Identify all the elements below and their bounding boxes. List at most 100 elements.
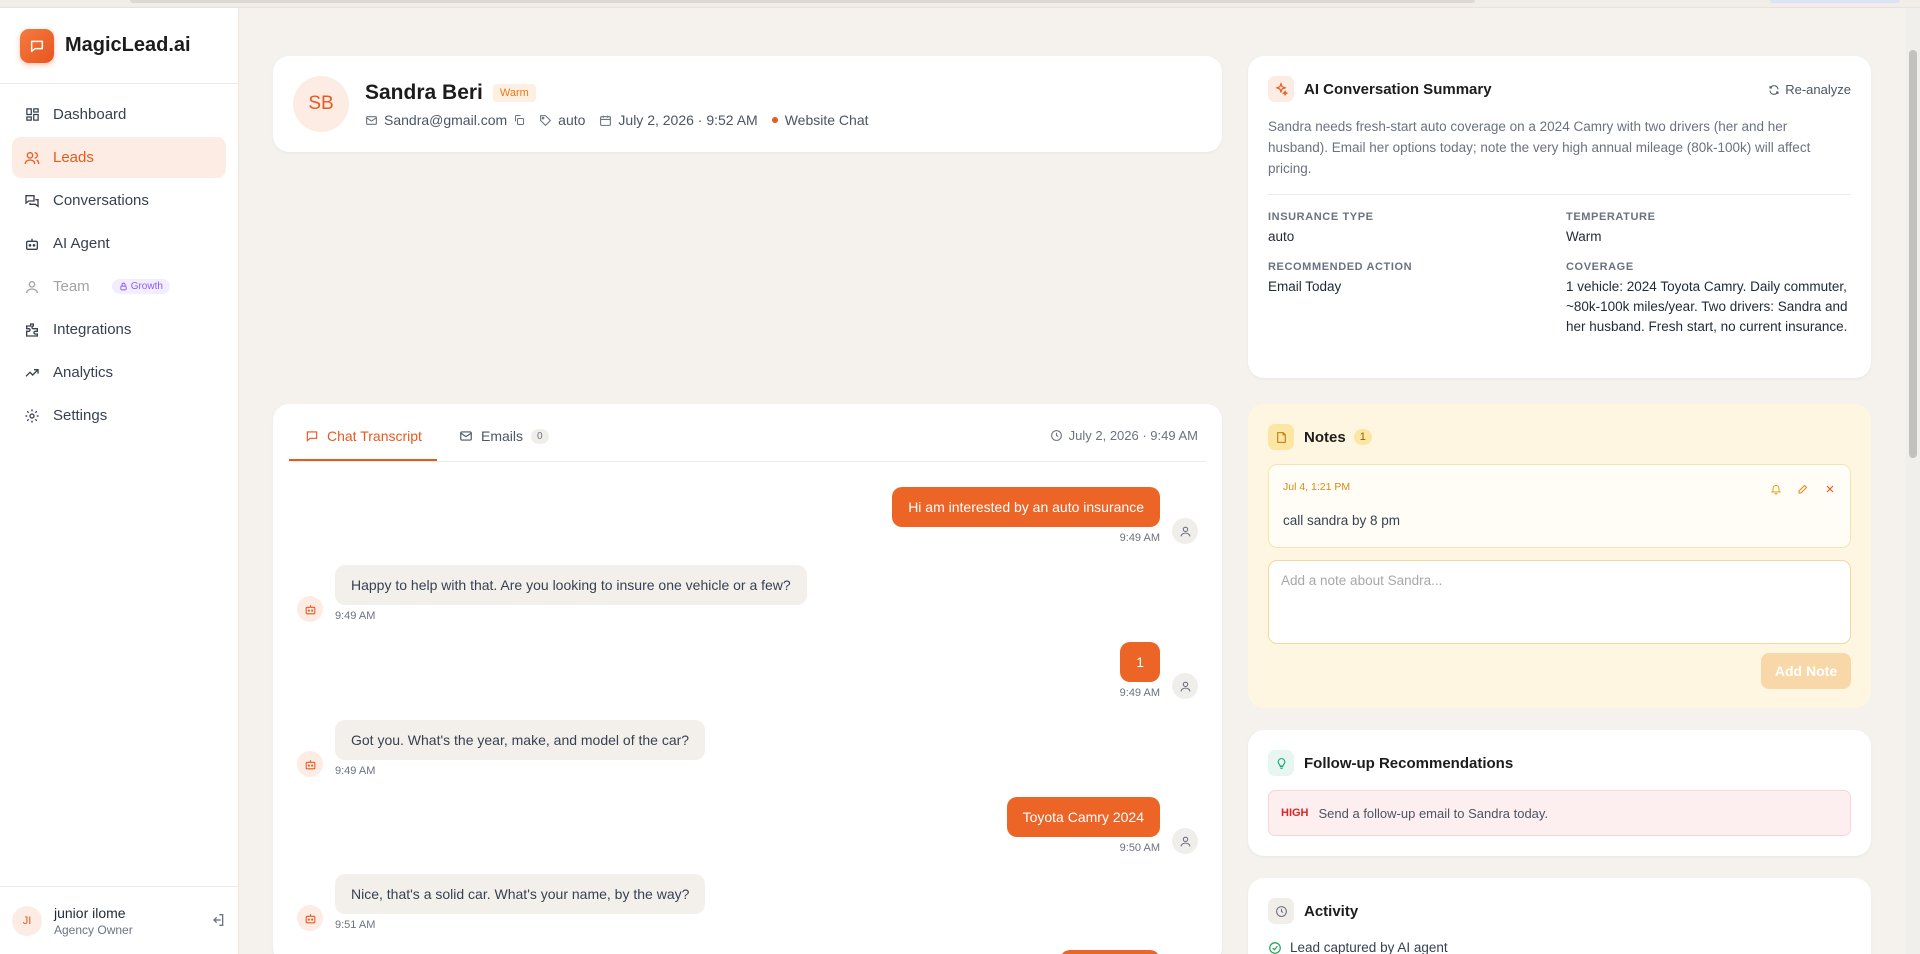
message-time: 9:49 AM bbox=[335, 610, 376, 622]
sidebar-item-label: AI Agent bbox=[53, 235, 110, 252]
scrollbar-thumb[interactable] bbox=[1909, 50, 1917, 458]
growth-badge: Growth bbox=[111, 279, 170, 294]
note-text: call sandra by 8 pm bbox=[1283, 513, 1401, 528]
clock-icon bbox=[1050, 430, 1062, 441]
lead-meta: Sandra@gmail.com auto July 2, 2026 · 9:5… bbox=[365, 112, 883, 128]
message-time: 9:49 AM bbox=[1119, 532, 1160, 544]
notes-card: Notes 1 Jul 4, 1:21 PM call sandra by 8 … bbox=[1248, 404, 1871, 708]
lightbulb-icon bbox=[1268, 750, 1294, 776]
sidebar-item-settings[interactable]: Settings bbox=[12, 395, 226, 436]
sidebar-item-integrations[interactable]: Integrations bbox=[12, 309, 226, 350]
sidebar-item-team[interactable]: Team Growth bbox=[12, 266, 226, 307]
lock-icon bbox=[120, 282, 127, 291]
followup-card: Follow-up Recommendations HIGH Send a fo… bbox=[1248, 730, 1871, 856]
user-avatar-icon bbox=[1172, 518, 1198, 544]
chat-transcript-card: Chat Transcript Emails 0 July 2, 2026 · … bbox=[273, 404, 1222, 954]
add-note-button[interactable]: Add Note bbox=[1761, 653, 1851, 689]
summary-text: Sandra needs fresh-start auto coverage o… bbox=[1268, 119, 1811, 176]
user-icon bbox=[24, 279, 40, 295]
user-role: Agency Owner bbox=[54, 922, 133, 937]
insurance-type-field: INSURANCE TYPE auto bbox=[1268, 211, 1374, 244]
sidebar-item-label: Conversations bbox=[53, 192, 149, 209]
temperature-badge: Warm bbox=[492, 84, 536, 102]
user-name: junior ilome bbox=[54, 904, 126, 921]
page-scrollbar[interactable] bbox=[1906, 8, 1920, 954]
sidebar-item-analytics[interactable]: Analytics bbox=[12, 352, 226, 393]
chat-message-user: 1 bbox=[1120, 642, 1160, 682]
lead-tag: auto bbox=[558, 112, 586, 128]
lead-source: Website Chat bbox=[784, 112, 869, 128]
chat-message-user: Toyota Camry 2024 bbox=[1006, 797, 1160, 837]
brand-logo-icon bbox=[20, 28, 54, 63]
address-bar bbox=[130, 0, 1475, 3]
tab-emails[interactable]: Emails 0 bbox=[459, 428, 549, 444]
tag-icon bbox=[540, 114, 552, 126]
sidebar-item-label: Leads bbox=[53, 149, 94, 166]
reanalyze-button[interactable]: Re-analyze bbox=[1768, 82, 1851, 97]
close-icon[interactable] bbox=[1824, 483, 1836, 495]
puzzle-icon bbox=[24, 322, 40, 338]
ai-summary-card: AI Conversation Summary Re-analyze Sandr… bbox=[1248, 56, 1871, 378]
followup-title: Follow-up Recommendations bbox=[1268, 750, 1513, 776]
calendar-icon bbox=[600, 115, 612, 126]
chat-message-bot: Nice, that's a solid car. What's your na… bbox=[335, 874, 706, 914]
source-dot bbox=[771, 117, 778, 123]
sidebar-item-label: Analytics bbox=[53, 364, 114, 381]
bot-avatar-icon bbox=[297, 596, 323, 622]
clock-icon bbox=[1268, 898, 1294, 924]
edit-icon[interactable] bbox=[1797, 483, 1809, 495]
avatar: JI bbox=[12, 905, 42, 936]
copy-icon[interactable] bbox=[513, 114, 525, 126]
active-tab-indicator bbox=[289, 459, 437, 461]
recommended-action-field: RECOMMENDED ACTION Email Today bbox=[1268, 261, 1413, 294]
sparkle-icon bbox=[1268, 76, 1294, 102]
chat-tabs: Chat Transcript Emails 0 July 2, 2026 · … bbox=[289, 404, 1206, 462]
activity-item: Lead captured by AI agent bbox=[1268, 940, 1448, 954]
brand[interactable]: MagicLead.ai bbox=[0, 8, 238, 84]
mail-icon bbox=[460, 431, 472, 441]
user-avatar-icon bbox=[1172, 828, 1198, 854]
message-time: 9:49 AM bbox=[1119, 687, 1160, 699]
bell-icon[interactable] bbox=[1770, 483, 1782, 495]
notes-title: Notes 1 bbox=[1268, 424, 1372, 450]
browser-top-strip bbox=[0, 0, 1920, 8]
message-time: 9:50 AM bbox=[1119, 842, 1160, 854]
sidebar-item-label: Settings bbox=[53, 407, 108, 424]
temperature-field: TEMPERATURE Warm bbox=[1566, 211, 1656, 244]
divider bbox=[1268, 194, 1851, 195]
emails-count: 0 bbox=[531, 428, 549, 444]
note-actions bbox=[1770, 483, 1836, 495]
chat-message-user: Hi am interested by an auto insurance bbox=[892, 487, 1160, 527]
bot-avatar-icon bbox=[297, 905, 323, 931]
message-time: 9:49 AM bbox=[335, 765, 376, 777]
sidebar-item-ai-agent[interactable]: AI Agent bbox=[12, 223, 226, 264]
check-circle-icon bbox=[1269, 941, 1281, 954]
note-input[interactable] bbox=[1268, 560, 1851, 644]
followup-text: Send a follow-up email to Sandra today. bbox=[1318, 805, 1549, 821]
sidebar-item-leads[interactable]: Leads bbox=[12, 137, 226, 178]
chat-icon bbox=[24, 193, 40, 209]
sidebar-item-dashboard[interactable]: Dashboard bbox=[12, 94, 226, 135]
sidebar-nav: Dashboard Leads Conversations AI Agent T… bbox=[0, 84, 238, 448]
chat-icon bbox=[306, 431, 318, 442]
priority-badge: HIGH bbox=[1281, 807, 1309, 819]
sidebar-item-label: Team bbox=[53, 278, 90, 295]
gear-icon bbox=[24, 408, 40, 424]
top-action bbox=[1770, 0, 1900, 3]
coverage-field: COVERAGE 1 vehicle: 2024 Toyota Camry. D… bbox=[1566, 261, 1848, 334]
user-profile[interactable]: JI junior ilome Agency Owner bbox=[0, 886, 238, 954]
refresh-icon bbox=[1769, 84, 1779, 95]
sidebar-item-conversations[interactable]: Conversations bbox=[12, 180, 226, 221]
note-date: Jul 4, 1:21 PM bbox=[1283, 481, 1351, 493]
logout-icon[interactable] bbox=[210, 912, 226, 933]
tab-chat-transcript[interactable]: Chat Transcript bbox=[305, 428, 422, 444]
robot-icon bbox=[24, 236, 40, 252]
followup-item: HIGH Send a follow-up email to Sandra to… bbox=[1268, 790, 1851, 836]
lead-email: Sandra@gmail.com bbox=[384, 112, 508, 128]
lead-date: July 2, 2026 · 9:52 AM bbox=[618, 112, 758, 128]
notes-count: 1 bbox=[1353, 429, 1372, 445]
lead-header-card: SB Sandra Beri Warm Sandra@gmail.com aut… bbox=[273, 56, 1222, 152]
chat-date: July 2, 2026 · 9:49 AM bbox=[1050, 428, 1198, 443]
note-item: Jul 4, 1:21 PM call sandra by 8 pm bbox=[1268, 464, 1851, 548]
activity-title: Activity bbox=[1268, 898, 1358, 924]
